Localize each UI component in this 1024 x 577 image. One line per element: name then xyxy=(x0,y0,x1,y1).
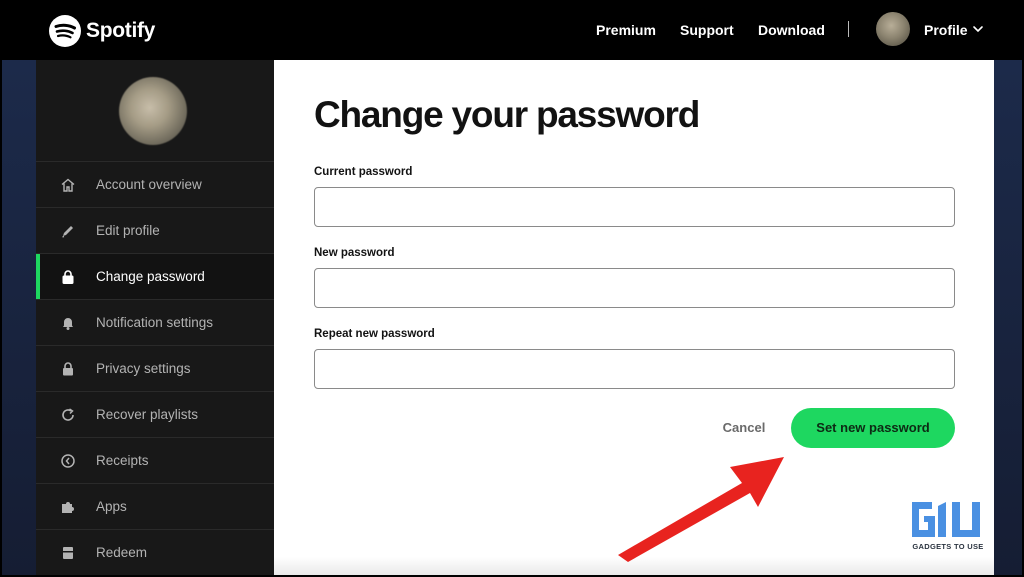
spotify-logo-icon xyxy=(49,15,81,47)
current-password-label: Current password xyxy=(314,166,413,178)
sidebar-item-label: Recover playlists xyxy=(96,407,199,422)
page-background xyxy=(994,60,1022,575)
sidebar-item-account-overview[interactable]: Account overview xyxy=(36,161,274,207)
nav-support-link[interactable]: Support xyxy=(680,22,734,38)
current-password-input[interactable] xyxy=(314,187,955,227)
sidebar-item-receipts[interactable]: Receipts xyxy=(36,437,274,483)
refresh-icon xyxy=(60,407,76,423)
sidebar-item-label: Change password xyxy=(96,269,205,284)
sidebar-item-label: Redeem xyxy=(96,545,148,560)
lock-icon xyxy=(60,361,76,377)
sidebar-item-label: Notification settings xyxy=(96,315,214,330)
card-icon xyxy=(60,545,76,561)
sidebar-item-label: Privacy settings xyxy=(96,361,191,376)
sidebar-menu: Account overview Edit profile Change pas… xyxy=(36,161,274,575)
repeat-password-label: Repeat new password xyxy=(314,328,435,340)
nav-divider xyxy=(848,21,849,37)
sidebar-item-edit-profile[interactable]: Edit profile xyxy=(36,207,274,253)
sidebar-item-change-password[interactable]: Change password xyxy=(36,253,274,299)
sidebar-item-label: Edit profile xyxy=(96,223,160,238)
brand-name: Spotify xyxy=(86,19,156,42)
bell-icon xyxy=(60,315,76,331)
page-background xyxy=(2,60,36,575)
sidebar-item-label: Receipts xyxy=(96,453,149,468)
profile-menu-button[interactable]: Profile xyxy=(924,22,968,38)
new-password-input[interactable] xyxy=(314,268,955,308)
sidebar-avatar xyxy=(119,77,187,145)
sidebar-item-label: Apps xyxy=(96,499,127,514)
account-sidebar: Account overview Edit profile Change pas… xyxy=(36,60,274,575)
puzzle-icon xyxy=(60,499,76,515)
nav-download-link[interactable]: Download xyxy=(758,22,825,38)
repeat-password-input[interactable] xyxy=(314,349,955,389)
profile-avatar[interactable] xyxy=(876,12,910,46)
sidebar-item-redeem[interactable]: Redeem xyxy=(36,529,274,575)
pencil-icon xyxy=(60,223,76,239)
set-new-password-button[interactable]: Set new password xyxy=(791,408,955,448)
sidebar-item-apps[interactable]: Apps xyxy=(36,483,274,529)
home-icon xyxy=(60,177,76,193)
sidebar-item-notification-settings[interactable]: Notification settings xyxy=(36,299,274,345)
cancel-button[interactable]: Cancel xyxy=(704,416,784,440)
top-nav: Spotify Premium Support Download Profile xyxy=(2,2,1022,60)
sidebar-item-recover-playlists[interactable]: Recover playlists xyxy=(36,391,274,437)
nav-premium-link[interactable]: Premium xyxy=(596,22,656,38)
sidebar-item-label: Account overview xyxy=(96,177,202,192)
page-title: Change your password xyxy=(314,94,700,135)
new-password-label: New password xyxy=(314,247,395,259)
chevron-down-icon[interactable] xyxy=(972,22,984,36)
red-arrow-annotation xyxy=(618,457,784,562)
clock-icon xyxy=(60,453,76,469)
sidebar-item-privacy-settings[interactable]: Privacy settings xyxy=(36,345,274,391)
watermark-text: GADGETS TO USE xyxy=(912,542,984,551)
lock-icon xyxy=(60,269,76,285)
spotify-logo[interactable]: Spotify xyxy=(48,14,155,48)
